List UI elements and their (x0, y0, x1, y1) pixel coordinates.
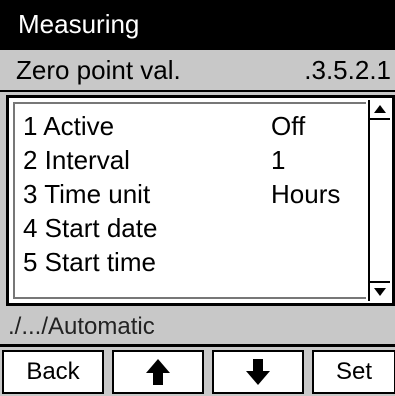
arrow-up-icon (146, 359, 170, 385)
list-item-label: 3 Time unit (23, 179, 151, 209)
list-item-label: 1 Active (23, 111, 115, 141)
list-item-value: Off (271, 111, 306, 141)
parameter-code: .3.5.2.1 (304, 55, 391, 85)
title-bar: Measuring (0, 0, 395, 48)
back-button[interactable]: Back (2, 350, 104, 394)
list-item-label: 4 Start date (23, 213, 158, 243)
set-button-label: Set (335, 358, 373, 385)
list-item-value: 1 (271, 145, 286, 175)
scroll-down-arrow-icon[interactable] (370, 281, 390, 301)
down-button[interactable] (212, 350, 304, 394)
scrollbar[interactable] (368, 100, 390, 301)
menu-list: 1 Active Off 2 Interval 1 3 Time unit Ho… (6, 95, 395, 306)
list-item-value: Hours (271, 179, 341, 209)
page-title: Measuring (18, 9, 140, 39)
list-item-label: 2 Interval (23, 145, 130, 175)
up-button[interactable] (112, 350, 204, 394)
set-button[interactable]: Set (312, 350, 395, 394)
parameter-label: Zero point val. (16, 55, 181, 85)
parameter-header: Zero point val. .3.5.2.1 (0, 48, 395, 92)
divider (0, 344, 395, 347)
breadcrumb: ./.../Automatic (0, 310, 395, 344)
list-item-label: 5 Start time (23, 247, 156, 277)
back-button-label: Back (26, 358, 80, 385)
breadcrumb-path: ./.../Automatic (8, 313, 155, 340)
arrow-down-icon (246, 359, 270, 385)
scroll-up-arrow-icon[interactable] (370, 100, 390, 120)
